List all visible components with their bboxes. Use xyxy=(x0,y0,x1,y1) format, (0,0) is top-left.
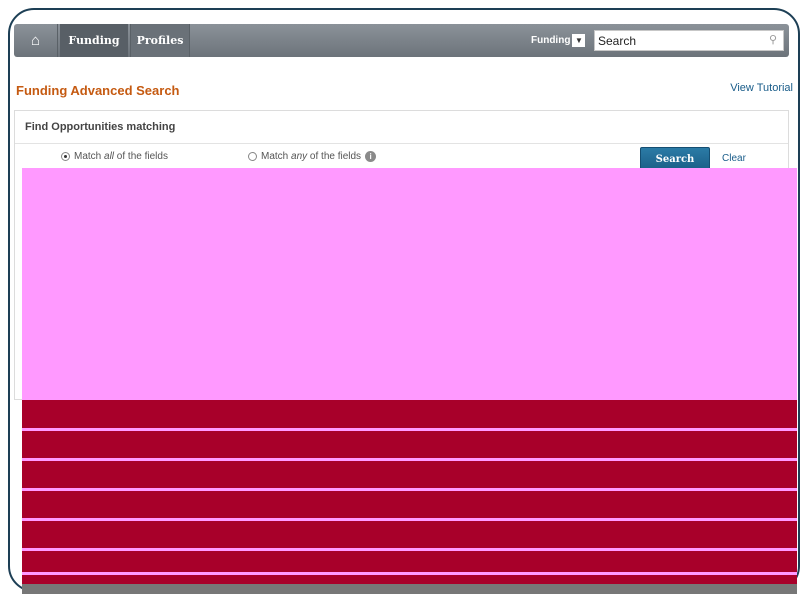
match-all-option[interactable]: Match all of the fields xyxy=(61,151,168,162)
info-icon[interactable]: i xyxy=(365,151,377,162)
match-any-label: Match any of the fields xyxy=(261,151,362,162)
search-scope-label: Funding xyxy=(531,34,571,46)
redacted-stripe xyxy=(22,572,797,575)
search-icon[interactable]: ⚲ xyxy=(769,33,777,46)
redacted-stripe xyxy=(22,548,797,551)
home-icon[interactable]: ⌂ xyxy=(14,24,58,57)
top-nav-bar: ⌂ Funding Profiles Funding ▼ ⚲ xyxy=(14,24,789,57)
search-scope-select[interactable]: Funding ▼ xyxy=(531,32,586,48)
clear-link[interactable]: Clear xyxy=(722,153,746,164)
page-title: Funding Advanced Search xyxy=(16,83,180,98)
match-any-option[interactable]: Match any of the fields i xyxy=(248,151,377,162)
redacted-region xyxy=(22,168,797,400)
divider xyxy=(15,143,788,144)
bottom-bar xyxy=(22,584,797,594)
redacted-stripe xyxy=(22,518,797,521)
redacted-stripe xyxy=(22,488,797,491)
tab-funding[interactable]: Funding xyxy=(60,24,128,57)
panel-header: Find Opportunities matching xyxy=(25,121,176,133)
global-search: ⚲ xyxy=(594,30,784,51)
chevron-down-icon[interactable]: ▼ xyxy=(572,33,586,47)
match-all-label: Match all of the fields xyxy=(74,151,168,162)
match-any-radio[interactable] xyxy=(248,152,257,161)
search-input[interactable] xyxy=(595,31,755,50)
view-tutorial-link[interactable]: View Tutorial xyxy=(730,82,793,94)
match-all-radio[interactable] xyxy=(61,152,70,161)
redacted-stripe xyxy=(22,428,797,431)
tab-profiles[interactable]: Profiles xyxy=(130,24,190,57)
redacted-stripe xyxy=(22,458,797,461)
